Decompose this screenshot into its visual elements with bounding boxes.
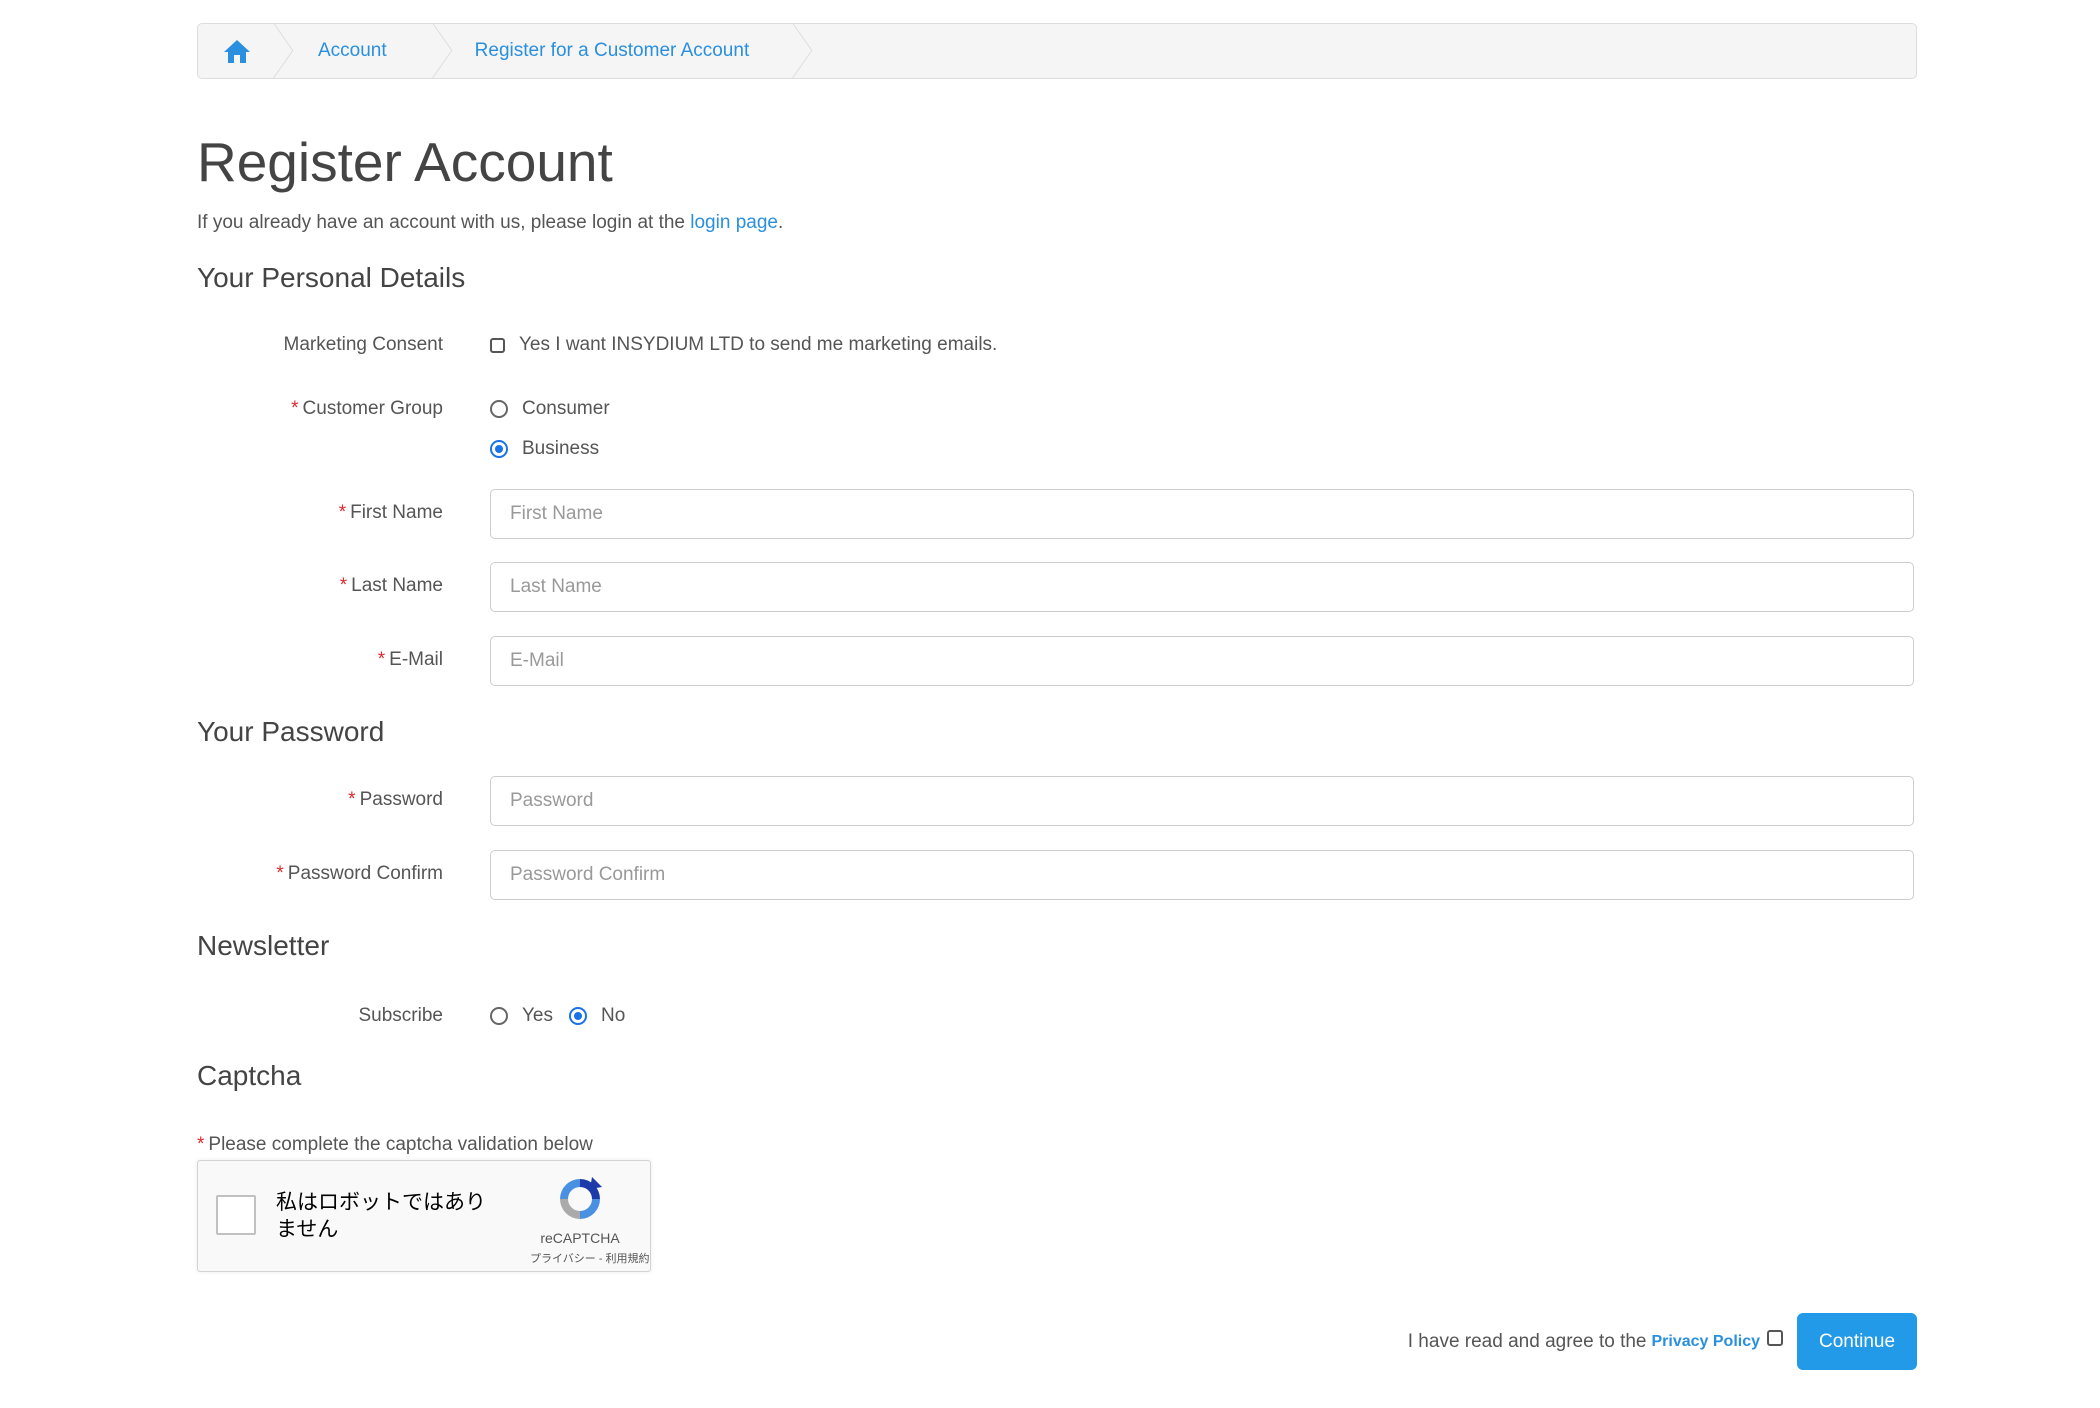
customer-group-business[interactable]: Business <box>490 438 599 460</box>
personal-details-heading: Your Personal Details <box>197 262 466 293</box>
breadcrumb-account[interactable]: Account <box>276 24 435 78</box>
agree-row: I have read and agree to the Privacy Pol… <box>1408 1313 1917 1370</box>
subscribe-yes-radio[interactable] <box>490 1007 508 1025</box>
subscribe-no[interactable]: No <box>569 1005 625 1027</box>
first-name-input[interactable] <box>490 489 1914 539</box>
subscribe-label: Subscribe <box>358 1005 444 1026</box>
recaptcha-brand: reCAPTCHA <box>540 1230 620 1246</box>
password-input[interactable] <box>490 776 1914 826</box>
intro-text-start: If you already have an account with us, … <box>197 212 691 233</box>
privacy-policy-link[interactable]: Privacy Policy <box>1651 1333 1760 1351</box>
recaptcha-icon <box>556 1177 604 1227</box>
password-label: * Password <box>348 789 443 810</box>
recaptcha-widget: 私はロボットではありません reCAPTCHA プライバシー - 利用規約 <box>197 1160 651 1272</box>
agree-checkbox[interactable] <box>1767 1329 1783 1346</box>
recaptcha-logo: reCAPTCHA プライバシー - 利用規約 <box>530 1175 650 1266</box>
subscribe-no-radio[interactable] <box>569 1007 587 1025</box>
page-title: Register Account <box>197 131 613 193</box>
consumer-radio[interactable] <box>490 400 508 418</box>
subscribe-no-label: No <box>601 1005 626 1026</box>
customer-group-label: * Customer Group <box>291 398 443 419</box>
captcha-note: * Please complete the captcha validation … <box>197 1134 593 1155</box>
consumer-label: Consumer <box>522 398 610 419</box>
intro-text: If you already have an account with us, … <box>197 212 783 234</box>
email-input[interactable] <box>490 636 1914 686</box>
marketing-consent-label: Marketing Consent <box>283 334 443 355</box>
password-confirm-input[interactable] <box>490 850 1914 900</box>
password-confirm-label: * Password Confirm <box>276 863 443 884</box>
home-icon[interactable] <box>223 38 251 64</box>
continue-button[interactable]: Continue <box>1797 1313 1917 1370</box>
marketing-consent-text: Yes I want INSYDIUM LTD to send me marke… <box>519 334 998 355</box>
password-heading: Your Password <box>197 716 385 747</box>
recaptcha-checkbox[interactable] <box>216 1195 256 1235</box>
subscribe-yes-label: Yes <box>522 1005 553 1026</box>
subscribe-yes[interactable]: Yes <box>490 1005 553 1027</box>
marketing-consent-option[interactable]: Yes I want INSYDIUM LTD to send me marke… <box>490 334 997 356</box>
last-name-label: * Last Name <box>339 575 443 596</box>
intro-text-end: . <box>777 212 784 233</box>
login-page-link[interactable]: login page <box>690 212 778 233</box>
business-radio[interactable] <box>490 440 508 458</box>
first-name-label: * First Name <box>338 502 443 523</box>
last-name-input[interactable] <box>490 562 1914 612</box>
customer-group-consumer[interactable]: Consumer <box>490 398 610 420</box>
captcha-heading: Captcha <box>197 1060 302 1091</box>
breadcrumb: Account Register for a Customer Account <box>197 23 1917 79</box>
breadcrumb-home[interactable] <box>198 24 276 78</box>
recaptcha-text: 私はロボットではありません <box>276 1191 486 1241</box>
breadcrumb-register[interactable]: Register for a Customer Account <box>435 24 796 78</box>
email-label: * E-Mail <box>377 649 443 670</box>
recaptcha-terms[interactable]: プライバシー - 利用規約 <box>530 1250 650 1266</box>
newsletter-heading: Newsletter <box>197 930 330 961</box>
marketing-consent-checkbox[interactable] <box>490 337 505 353</box>
agree-text: I have read and agree to the <box>1407 1330 1647 1352</box>
business-label: Business <box>522 438 600 459</box>
